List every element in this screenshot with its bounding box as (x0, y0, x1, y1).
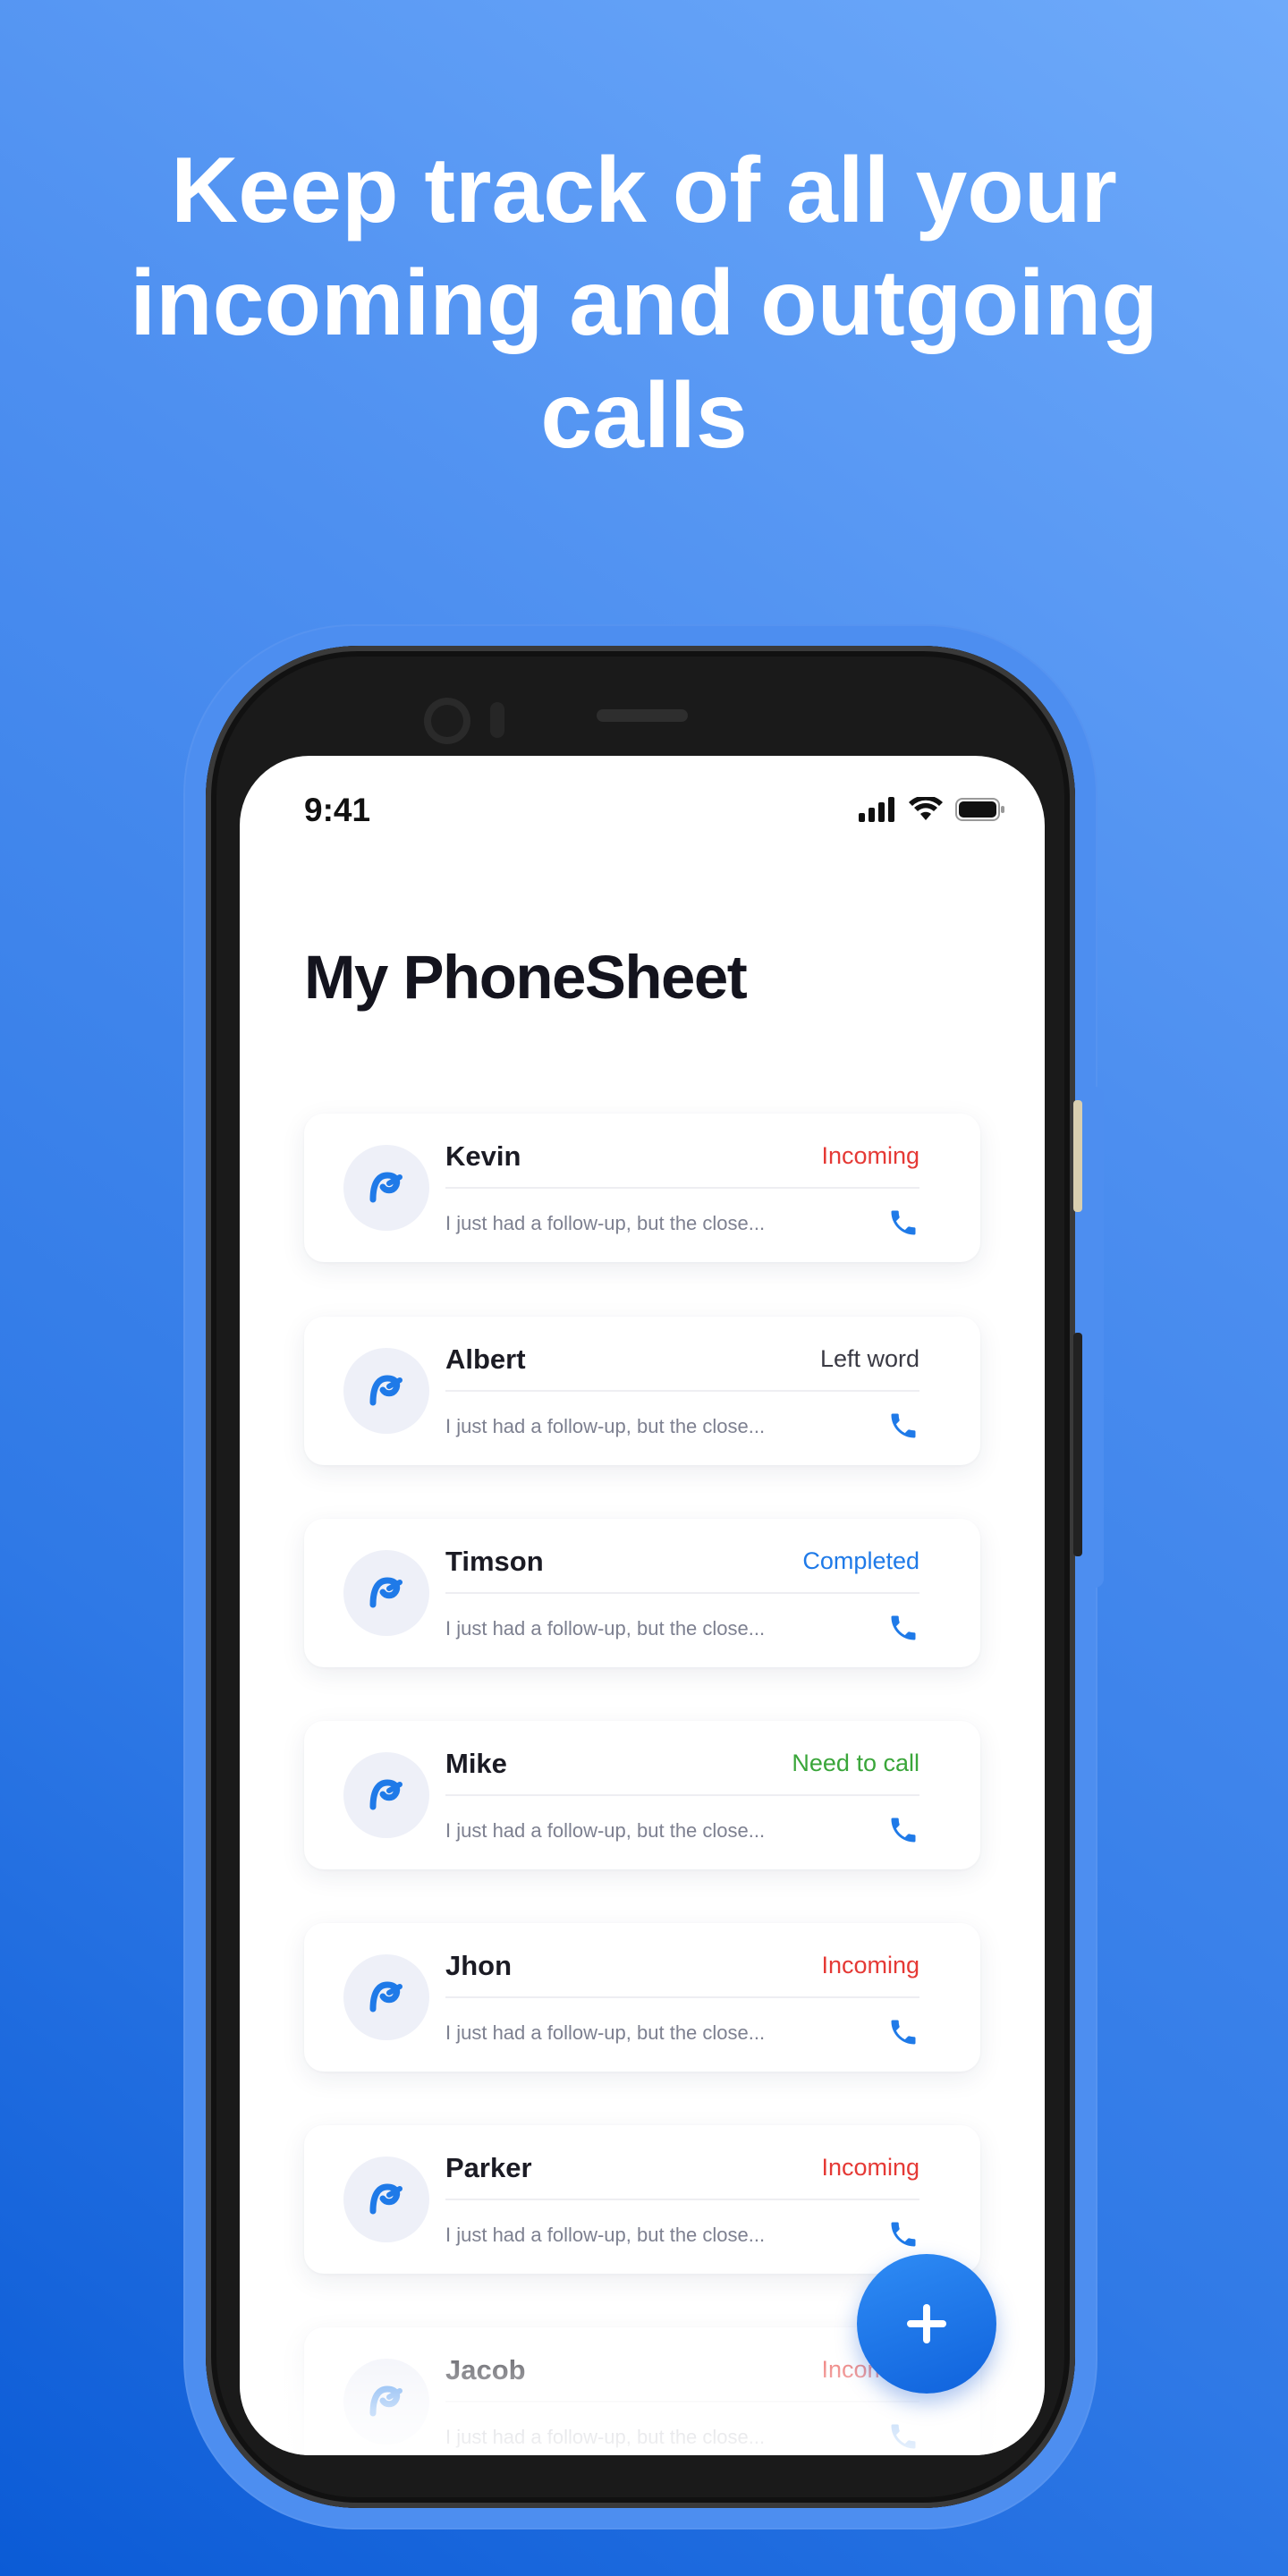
app-logo-icon (369, 1981, 402, 2012)
headline: Keep track of all your incoming and outg… (0, 134, 1288, 472)
caller-name: Parker (445, 2152, 532, 2183)
app-logo-icon (369, 1577, 402, 1608)
call-card[interactable]: Albert Left word I just had a follow-up,… (304, 1317, 980, 1465)
call-card[interactable]: Jhon Incoming I just had a follow-up, bu… (304, 1923, 980, 2072)
caller-name: Kevin (445, 1140, 521, 1172)
divider (445, 1794, 919, 1796)
phone-icon[interactable] (887, 2218, 919, 2250)
avatar (343, 1954, 429, 2040)
divider (445, 1996, 919, 1998)
battery-icon (955, 798, 1004, 821)
headline-line-1: Keep track of all your (171, 139, 1117, 242)
app-logo-icon (369, 1172, 402, 1203)
call-status: Need to call (792, 1750, 919, 1776)
status-time: 9:41 (304, 792, 371, 828)
call-card[interactable]: Kevin Incoming I just had a follow-up, b… (304, 1114, 980, 1262)
signal-icon (859, 797, 894, 822)
phone-icon[interactable] (887, 1612, 919, 1644)
phone-side-rail (1082, 1087, 1104, 1588)
call-card[interactable]: Timson Completed I just had a follow-up,… (304, 1519, 980, 1667)
call-note-preview: I just had a follow-up, but the close... (445, 1617, 766, 1640)
avatar (343, 1145, 429, 1231)
divider (445, 2199, 919, 2200)
phone-icon[interactable] (887, 1410, 919, 1442)
phone-icon[interactable] (887, 1207, 919, 1239)
avatar (343, 1550, 429, 1636)
caller-name: Mike (445, 1748, 507, 1779)
divider (445, 1390, 919, 1392)
app-logo-icon (369, 2385, 402, 2417)
front-camera-icon (424, 698, 470, 744)
earpiece-speaker (597, 709, 688, 722)
volume-button (1073, 1100, 1082, 1212)
call-status: Incoming (821, 2154, 919, 2181)
avatar (343, 2157, 429, 2242)
caller-name: Albert (445, 1343, 526, 1375)
power-button (1073, 1333, 1082, 1556)
call-note-preview: I just had a follow-up, but the close... (445, 2224, 766, 2246)
caller-name: Jhon (445, 1950, 513, 1981)
call-card[interactable]: Mike Need to call I just had a follow-up… (304, 1721, 980, 1869)
avatar (343, 1752, 429, 1838)
call-status: Completed (802, 1547, 919, 1574)
add-call-button[interactable] (857, 2254, 996, 2394)
app-logo-icon (369, 1375, 402, 1406)
call-status: Incoming (821, 1142, 919, 1169)
phone-icon[interactable] (887, 2016, 919, 2048)
divider (445, 1187, 919, 1189)
status-icons (859, 795, 1005, 824)
app-logo-icon (369, 1779, 402, 1810)
phone-screen: 9:41 My PhoneSheet Kevin Incoming I just… (240, 756, 1045, 2455)
phone-icon[interactable] (887, 1814, 919, 1846)
app-title: My PhoneSheet (304, 943, 748, 1012)
caller-name: Jacob (445, 2354, 526, 2385)
avatar (343, 2359, 429, 2445)
call-note-preview: I just had a follow-up, but the close... (445, 1415, 766, 1437)
call-note-preview: I just had a follow-up, but the close... (445, 2021, 766, 2044)
headline-line-3: calls (540, 364, 748, 468)
divider (445, 2401, 919, 2402)
headline-line-2: incoming and outgoing (130, 251, 1158, 355)
proximity-sensor (490, 702, 504, 738)
call-card[interactable]: Parker Incoming I just had a follow-up, … (304, 2125, 980, 2274)
call-note-preview: I just had a follow-up, but the close... (445, 1212, 766, 1234)
call-note-preview: I just had a follow-up, but the close... (445, 2426, 766, 2448)
wifi-icon (909, 797, 943, 820)
call-status: Incoming (821, 1952, 919, 1979)
call-status: Left word (819, 1345, 919, 1372)
call-note-preview: I just had a follow-up, but the close... (445, 1819, 766, 1842)
plus-icon (907, 2304, 946, 2343)
divider (445, 1592, 919, 1594)
app-logo-icon (369, 2183, 402, 2215)
avatar (343, 1348, 429, 1434)
phone-icon[interactable] (887, 2420, 919, 2453)
caller-name: Timson (445, 1546, 544, 1577)
